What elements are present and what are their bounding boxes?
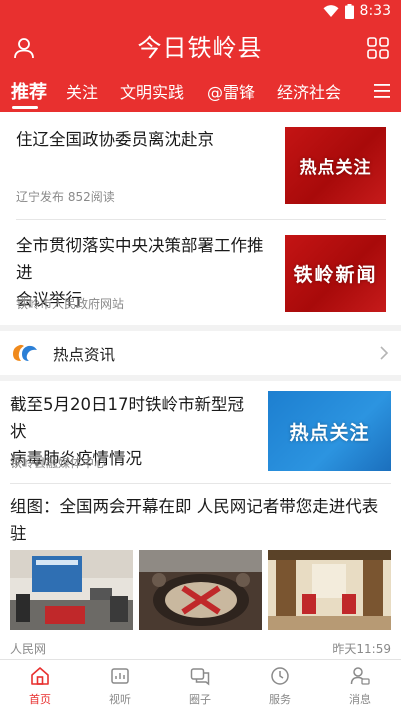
message-user-icon: [350, 667, 370, 685]
article-source: 铁岭县融媒体中心: [10, 456, 107, 470]
nav-label: 首页: [29, 693, 51, 706]
article-thumbnail: 铁岭新闻: [285, 235, 386, 312]
video-icon: [111, 668, 129, 684]
channel-tabs: 推荐 关注 文明实践 @雷锋 经济社会: [0, 72, 401, 112]
hot-news-logo-icon: [13, 344, 37, 361]
article-card[interactable]: 住辽全国政协委员离沈赴京 辽宁发布 852阅读 热点关注: [16, 126, 386, 206]
article-thumbnail: 热点关注: [268, 391, 391, 471]
section-gap: [0, 375, 401, 381]
article-source: 人民网: [10, 642, 47, 656]
article-source: 铁岭市人民政府网站: [16, 297, 125, 311]
article-card[interactable]: 截至5月20日17时铁岭市新型冠状 病毒肺炎疫情情况 铁岭县融媒体中心 热点关注: [10, 391, 391, 473]
hot-news-header[interactable]: 热点资讯: [0, 331, 401, 375]
nav-label: 圈子: [189, 693, 211, 706]
photo-strip: [10, 550, 391, 630]
user-icon[interactable]: [12, 36, 36, 60]
divider: [10, 483, 391, 484]
article-photo: [268, 550, 391, 630]
article-reads: 852阅读: [67, 190, 115, 204]
clock-icon: [271, 667, 289, 685]
battery-icon: [344, 3, 354, 19]
tab-leifeng[interactable]: @雷锋: [207, 79, 255, 103]
article-thumbnail: 热点关注: [285, 127, 386, 204]
nav-circle[interactable]: 圈子: [160, 660, 240, 710]
article-source: 辽宁发布: [16, 190, 65, 204]
article-photo: [139, 550, 262, 630]
chevron-right-icon[interactable]: [379, 346, 389, 360]
tab-civilization-practice[interactable]: 文明实践: [120, 79, 184, 103]
nav-video[interactable]: 视听: [80, 660, 160, 710]
active-tab-indicator: [12, 106, 38, 109]
thumbnail-caption: 热点关注: [299, 158, 372, 178]
app-bar: 今日铁岭县: [0, 24, 401, 72]
channel-menu-icon[interactable]: [373, 82, 391, 100]
nav-home[interactable]: 首页: [0, 660, 80, 710]
article-photo: [10, 550, 133, 630]
nav-label: 消息: [349, 693, 371, 706]
article-meta: 辽宁发布 852阅读: [16, 188, 115, 205]
article-headline: 住辽全国政协委员离沈赴京: [16, 130, 214, 149]
section-title: 热点资讯: [53, 346, 116, 364]
nav-label: 视听: [109, 693, 131, 706]
article-card[interactable]: 全市贯彻落实中央决策部署工作推进 会议举行 铁岭市人民政府网站 铁岭新闻: [16, 232, 386, 312]
apps-grid-icon[interactable]: [367, 37, 389, 59]
home-icon: [31, 667, 49, 685]
status-bar: 8:33: [0, 0, 401, 24]
tab-recommend[interactable]: 推荐: [11, 78, 47, 104]
app-logo: 今日铁岭县: [137, 34, 263, 62]
wifi-icon: [323, 5, 339, 17]
article-time: 昨天11:59: [332, 642, 391, 656]
status-icons: 8:33: [323, 3, 391, 19]
tab-economy-society[interactable]: 经济社会: [277, 79, 341, 103]
status-time: 8:33: [359, 3, 391, 19]
nav-messages[interactable]: 消息: [320, 660, 400, 710]
thumbnail-caption: 热点关注: [289, 421, 370, 444]
chat-icon: [190, 668, 210, 686]
photo-article-card[interactable]: 组图：全国两会开幕在即 人民网记者带您走进代表驻 地: [10, 493, 391, 656]
bottom-navigation: 首页 视听 圈子 服务 消息: [0, 659, 401, 710]
divider: [16, 219, 386, 220]
nav-label: 服务: [269, 693, 291, 706]
tab-follow[interactable]: 关注: [66, 79, 98, 103]
thumbnail-caption: 铁岭新闻: [293, 264, 378, 286]
nav-service[interactable]: 服务: [240, 660, 320, 710]
